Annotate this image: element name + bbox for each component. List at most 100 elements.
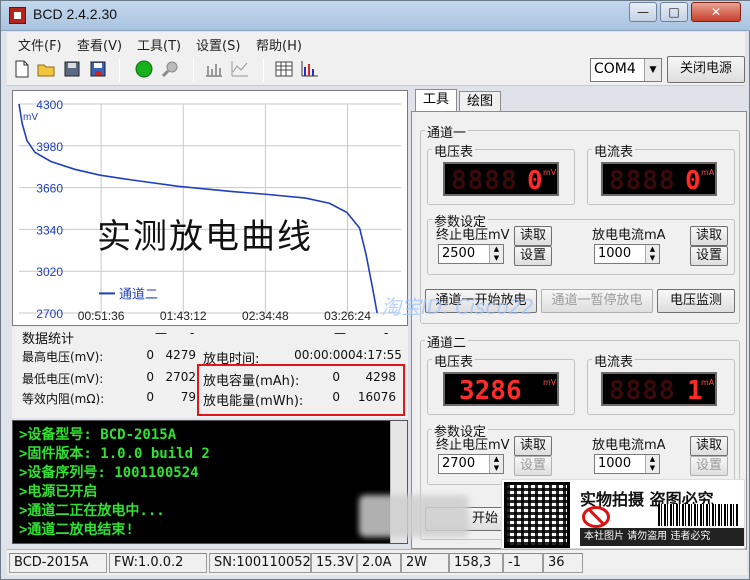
spinner-arrows-icon[interactable]: ▲ ▼ [489,455,503,473]
ch1-params-group: 参数设定 终止电压mV 2500 ▲ ▼ 读取 设置 放电电流mA 1000 ▲ ▼… [427,211,735,275]
stat-value: 79 [180,390,196,404]
chart-overlay-title: 实测放电曲线 [97,217,313,257]
stats-dash: - [190,326,195,340]
table-icon[interactable] [275,60,293,78]
ch2-current-label: 放电电流mA [592,438,666,453]
stat-value: 0 [146,370,154,384]
ch1-ammeter-title: 电流表 [592,141,636,160]
ch1-current-unit: mA [701,168,715,177]
y-tick-label: 3980 [36,140,63,154]
y-axis-label: mV [23,112,38,123]
spinner-arrows-icon[interactable]: ▲ ▼ [645,455,659,473]
menu-tools[interactable]: 工具(T) [137,35,181,54]
close-icon[interactable]: ✕ [691,2,741,22]
stat-label: 等效内阻(mΩ): [22,392,105,406]
ch2-set-current-button[interactable]: 设置 [690,456,728,476]
log-console[interactable]: >设备型号: BCD-2015A >固件版本: 1.0.0 build 2 >设… [12,420,408,544]
ch2-params-group: 参数设定 终止电压mV 2700 ▲ ▼ 读取 设置 放电电流mA 1000 ▲ ▼… [427,421,735,485]
x-tick-label: 02:34:48 [242,309,289,323]
chart-line-icon[interactable] [231,60,249,78]
watermark: 淘宝ID: Cisco22 [381,295,535,319]
status-coords: 158,3 [449,553,503,573]
maximize-icon[interactable]: □ [660,2,688,22]
ch1-voltage-unit: mV [543,168,557,177]
open-folder-icon[interactable] [37,60,55,78]
com-port-select[interactable]: COM4 ▼ [590,58,662,82]
spinner-arrows-icon[interactable]: ▲ ▼ [489,245,503,263]
close-power-button[interactable]: 关闭电源 [667,56,745,83]
stats-dash: — [155,326,167,340]
ch1-set-current-button[interactable]: 设置 [690,246,728,266]
no-photo-icon [582,506,610,528]
y-tick-label: 3020 [36,265,63,279]
status-model: BCD-2015A [9,553,107,573]
log-line: >通道二正在放电中... [19,503,165,519]
stat-value: 0 [146,348,154,362]
ch2-read-current-button[interactable]: 读取 [690,436,728,456]
ch1-read-voltage-button[interactable]: 读取 [514,226,552,246]
barcode [658,504,738,526]
status-voltage: 15.3V [311,553,357,573]
ad-sticker: 实物拍摄 盗图必究 本社图片 请勿盗用 违者必究 [501,479,745,549]
stats-dash: — [334,326,346,340]
ch1-current-setting: 1000 [598,246,632,261]
ch2-current-unit: mA [701,378,715,387]
title-bar: BCD 2.4.2.30 — □ ✕ [1,1,750,31]
stats-header: 数据统计 [22,332,75,347]
ch2-cutoff-label: 终止电压mV [436,438,510,453]
status-power: 2W [401,553,449,573]
ch2-cutoff-spinner[interactable]: 2700 ▲ ▼ [438,454,504,474]
y-tick-label: 2700 [36,307,63,321]
window-title: BCD 2.4.2.30 [33,6,118,22]
ch2-voltage-display: 3286 mV [443,372,559,406]
search-icon[interactable] [161,60,179,78]
status-value-b: 36 [543,553,583,573]
ch1-current-spinner[interactable]: 1000 ▲ ▼ [594,244,660,264]
ch1-set-voltage-button[interactable]: 设置 [514,246,552,266]
ch1-current-display: 8888 0 mA [601,162,717,196]
ch2-current-spinner[interactable]: 1000 ▲ ▼ [594,454,660,474]
status-bar: BCD-2015A FW:1.0.0.2 SN:100110052 15.3V … [7,549,747,575]
ch1-read-current-button[interactable]: 读取 [690,226,728,246]
ch1-voltage-monitor-button[interactable]: 电压监测 [657,289,735,313]
qr-code [504,482,570,548]
menu-settings[interactable]: 设置(S) [196,35,240,54]
ch1-current-value: 0 [685,166,701,196]
toolbar: COM4 ▼ 关闭电源 [7,53,745,86]
new-file-icon[interactable] [13,60,31,78]
ch1-voltage-value: 0 [527,166,543,196]
chart-bars-color-icon[interactable] [301,60,319,78]
spinner-arrows-icon[interactable]: ▲ ▼ [645,245,659,263]
ch1-cutoff-spinner[interactable]: 2500 ▲ ▼ [438,244,504,264]
ch1-pause-discharge-button[interactable]: 通道一暂停放电 [541,289,653,313]
ch2-set-voltage-button[interactable]: 设置 [514,456,552,476]
stats-dash: - [384,326,389,340]
stat-value: 04:17:55 [348,348,402,362]
ch2-cutoff-value: 2700 [442,456,476,471]
toolbar-separator [119,58,120,82]
ch2-ammeter-group: 电流表 8888 1 mA [587,351,735,415]
connect-green-icon[interactable] [135,60,153,78]
save-as-icon[interactable] [89,60,107,78]
menu-file[interactable]: 文件(F) [18,35,62,54]
chart-bars-icon[interactable] [205,60,223,78]
lcd-ghost-digits: 8888 [609,166,676,196]
ch2-current-display: 8888 1 mA [601,372,717,406]
menu-view[interactable]: 查看(V) [77,35,122,54]
chevron-down-icon[interactable]: ▼ [644,59,661,81]
minimize-icon[interactable]: — [629,2,657,22]
log-line: >电源已开启 [19,484,98,500]
ch1-current-label: 放电电流mA [592,228,666,243]
log-line: >通道二放电结束! [19,522,134,538]
stat-value: 00:00:00 [294,348,348,362]
ch1-voltage-display: 8888 0 mV [443,162,559,196]
x-tick-label: 03:26:24 [324,309,371,323]
save-disk-icon[interactable] [63,60,81,78]
ch2-read-voltage-button[interactable]: 读取 [514,436,552,456]
tab-plot[interactable]: 绘图 [459,91,501,113]
tab-tools[interactable]: 工具 [415,89,457,111]
y-tick-label: 3340 [36,223,63,237]
ch1-voltmeter-title: 电压表 [432,141,476,160]
menu-help[interactable]: 帮助(H) [256,35,302,54]
chart-svg: 4300 3980 3660 3340 3020 2700 00:51:36 01:43:12… [18,98,401,323]
